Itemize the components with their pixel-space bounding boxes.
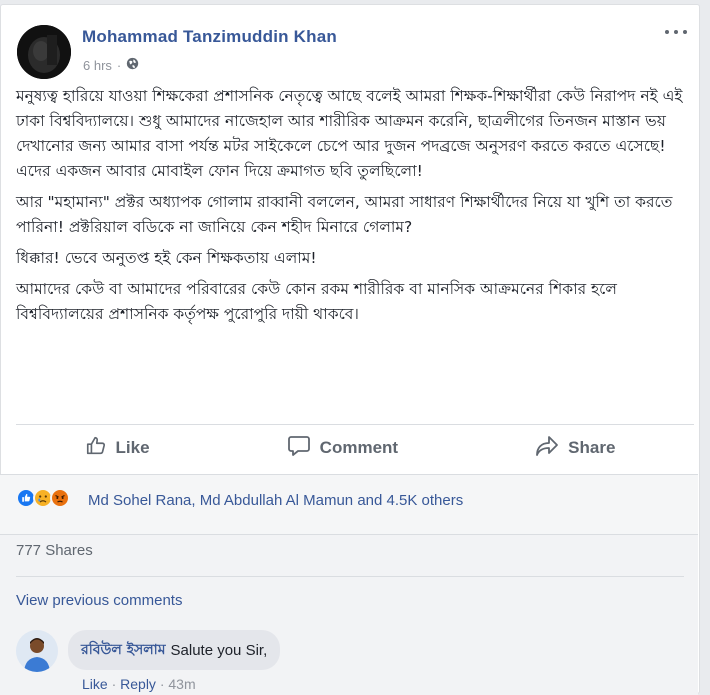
- like-button[interactable]: Like: [85, 435, 150, 462]
- share-button[interactable]: Share: [535, 435, 615, 462]
- post-actions: Like Comment Share: [16, 428, 684, 468]
- post-time[interactable]: 6 hrs: [83, 58, 112, 73]
- divider: [16, 576, 684, 577]
- share-arrow-icon: [535, 435, 559, 462]
- comments-section: [0, 534, 698, 695]
- post-body: মনুষ্যত্ব হারিয়ে যাওয়া শিক্ষকেরা প্রশা…: [16, 84, 688, 333]
- post-paragraph: ধিক্কার! ভেবে অনুতপ্ত হই কেন শিক্ষকতায় …: [16, 249, 317, 267]
- separator-dot: ·: [116, 57, 122, 73]
- commenter-name[interactable]: রবিউল ইসলাম: [81, 638, 166, 662]
- comment-bubble: রবিউল ইসলাম Salute you Sir,: [68, 630, 281, 670]
- post-paragraph: আমাদের কেউ বা আমাদের পরিবারের কেউ কোন রক…: [16, 280, 617, 323]
- thumbs-up-icon: [85, 435, 107, 462]
- post-paragraph: আর "মহামান্য" প্রক্টর অধ্যাপক গোলাম রাব্…: [16, 193, 673, 236]
- reaction-icons[interactable]: [16, 488, 70, 508]
- divider: [16, 424, 694, 425]
- like-label: Like: [115, 438, 150, 457]
- comment-button[interactable]: Comment: [287, 435, 398, 462]
- post-meta: 6 hrs ·: [83, 57, 139, 73]
- reactors-link[interactable]: Md Sohel Rana, Md Abdullah Al Mamun and …: [88, 492, 463, 509]
- post-paragraph: মনুষ্যত্ব হারিয়ে যাওয়া শিক্ষকেরা প্রশা…: [16, 87, 683, 180]
- author-avatar[interactable]: [17, 25, 71, 79]
- shares-count[interactable]: 777 Shares: [16, 542, 93, 559]
- globe-icon[interactable]: [126, 57, 139, 73]
- author-name[interactable]: Mohammad Tanzimuddin Khan: [82, 27, 337, 47]
- angry-reaction-icon: [50, 488, 70, 508]
- comment-label: Comment: [319, 438, 399, 457]
- share-label: Share: [568, 438, 616, 457]
- view-previous-comments-link[interactable]: View previous comments: [16, 592, 182, 609]
- comment-text: Salute you Sir,: [170, 641, 268, 659]
- speech-bubble-icon: [287, 435, 311, 462]
- commenter-avatar[interactable]: [16, 630, 58, 672]
- more-options-icon[interactable]: [665, 25, 687, 39]
